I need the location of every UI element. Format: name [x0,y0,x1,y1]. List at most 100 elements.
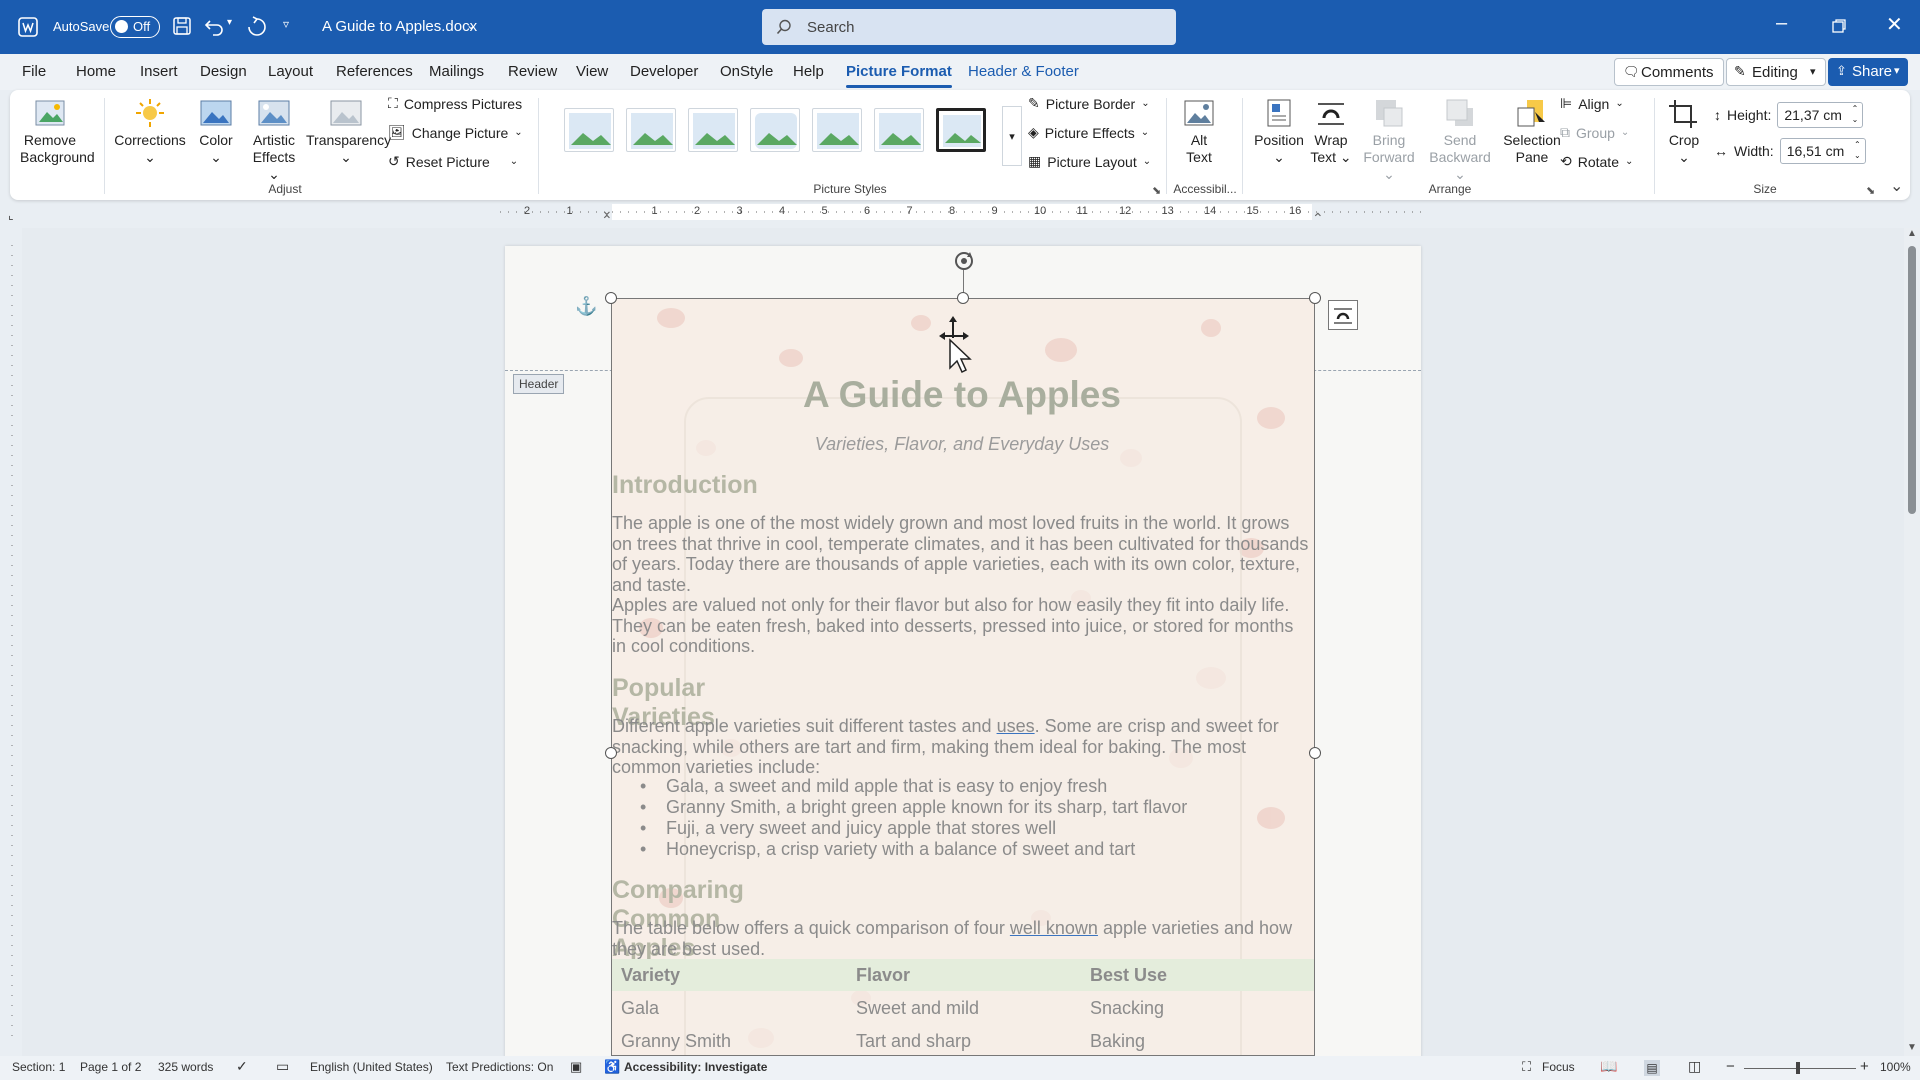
status-zoom[interactable]: 100% [1880,1060,1911,1074]
tab-view[interactable]: View [576,63,608,80]
tab-design[interactable]: Design [200,63,247,80]
status-focus[interactable]: Focus [1542,1060,1575,1074]
rotate-button[interactable]: ⟲ Rotate ⌄ [1560,153,1633,170]
undo-icon[interactable] [204,16,226,36]
align-button[interactable]: ⊫ Align ⌄ [1560,95,1624,112]
anchor-icon[interactable]: ⚓ [575,296,597,317]
picture-layout-button[interactable]: ▦ Picture Layout ⌄ [1028,153,1151,170]
layout-options-button[interactable] [1328,300,1358,330]
tab-insert[interactable]: Insert [140,63,178,80]
resize-handle-top-right[interactable] [1309,292,1321,304]
collapse-ribbon-icon[interactable]: ⌄ [1890,176,1903,196]
scroll-down-icon[interactable]: ▼ [1907,1042,1917,1053]
tab-home[interactable]: Home [76,63,116,80]
scrollbar-thumb[interactable] [1908,246,1916,514]
picture-border-button[interactable]: ✎ Picture Border ⌄ [1028,95,1150,112]
group-button[interactable]: ⧉ Group ⌄ [1560,124,1629,141]
accessibility-icon[interactable]: ♿ [604,1059,620,1075]
picture-effects-button[interactable]: ◈ Picture Effects ⌄ [1028,124,1149,141]
resize-handle-top-left[interactable] [605,292,617,304]
picture-style-7[interactable] [936,108,986,152]
horizontal-ruler[interactable]: ⌄ ⌃ ⌃ 2 1 1 2 3 4 5 6 7 8 9 10 11 12 13 14 15 16 [500,202,1424,228]
header-tag[interactable]: Header [513,374,565,394]
width-input[interactable]: 16,51 cm ⌃ ⌄ [1779,138,1866,164]
alt-text-button[interactable]: Alt Text [1176,98,1222,166]
tab-references[interactable]: References [336,63,413,80]
color-button[interactable]: Color ⌄ [194,98,238,166]
status-page[interactable]: Page 1 of 2 [80,1060,141,1074]
tab-developer[interactable]: Developer [630,63,698,80]
tab-layout[interactable]: Layout [268,63,313,80]
zoom-slider-track[interactable] [1744,1068,1856,1069]
resize-handle-left[interactable] [605,747,617,759]
height-input[interactable]: 21,37 cm ⌃ ⌄ [1777,102,1864,128]
status-word-count[interactable]: 325 words [158,1060,213,1074]
proofing-icon[interactable]: ✓ [236,1058,248,1075]
read-mode-icon[interactable]: 📖 [1600,1058,1617,1075]
zoom-in-icon[interactable]: + [1860,1058,1869,1075]
web-layout-icon[interactable]: ◫ [1688,1058,1701,1075]
remove-background-button[interactable]: Remove Background [20,98,95,166]
artistic-effects-button[interactable]: Artistic Effects ⌄ [246,98,302,183]
print-layout-icon[interactable]: ▤ [1644,1060,1660,1076]
picture-style-4[interactable] [750,108,800,152]
picture-style-2[interactable] [626,108,676,152]
autosave-toggle[interactable]: Off [110,16,160,38]
search-box[interactable]: Search [762,9,1176,45]
close-icon[interactable]: ✕ [1886,12,1903,37]
change-picture-button[interactable]: 🖼 Change Picture ⌄ [388,124,523,141]
transparency-button[interactable]: Transparency ⌄ [306,98,391,166]
tab-help[interactable]: Help [793,63,824,80]
width-spinner-icon[interactable]: ⌃ ⌄ [1854,139,1861,161]
wrap-text-button[interactable]: Wrap Text ⌄ [1308,98,1354,166]
position-button[interactable]: Position ⌄ [1250,98,1308,166]
rotate-handle-icon[interactable] [951,248,977,274]
comments-button[interactable]: 🗨 Comments [1614,58,1724,86]
restore-icon[interactable] [1832,19,1846,33]
tab-stop-selector-icon[interactable]: ⌞ [8,208,14,222]
styles-gallery-more-icon[interactable]: ▾ [1002,106,1022,166]
share-button[interactable]: ⇪ Share ▾ [1828,58,1908,86]
status-section[interactable]: Section: 1 [12,1060,65,1074]
customize-qat-icon[interactable]: ▿ [283,17,289,31]
editing-mode-button[interactable]: ✎ Editing ▾ [1726,58,1826,86]
title-chevron-down-icon[interactable]: ⌄ [466,18,476,32]
picture-style-3[interactable] [688,108,738,152]
send-backward-button[interactable]: Send Backward ⌄ [1424,98,1496,183]
redo-icon[interactable] [246,16,268,36]
size-launcher-icon[interactable]: ⬊ [1866,184,1875,197]
resize-handle-top[interactable] [957,292,969,304]
selection-pane-button[interactable]: Selection Pane [1500,98,1564,166]
compress-pictures-button[interactable]: ⛶ Compress Pictures [388,95,522,112]
crop-button[interactable]: Crop ⌄ [1662,98,1706,166]
save-icon[interactable] [172,16,192,36]
tab-file[interactable]: File [22,63,46,80]
tab-header-footer[interactable]: Header & Footer [968,63,1079,80]
status-accessibility[interactable]: Accessibility: Investigate [624,1060,767,1074]
vertical-scrollbar[interactable]: ▲ ▼ [1904,228,1920,1056]
tab-onstyle[interactable]: OnStyle [720,63,773,80]
picture-styles-launcher-icon[interactable]: ⬊ [1152,184,1161,197]
resize-handle-right[interactable] [1309,747,1321,759]
scroll-up-icon[interactable]: ▲ [1907,228,1917,239]
reset-picture-button[interactable]: ↺ Reset Picture ⌄ [388,153,518,170]
document-title[interactable]: A Guide to Apples.docx [322,18,477,35]
zoom-out-icon[interactable]: − [1726,1058,1735,1075]
zoom-slider-thumb[interactable] [1796,1062,1800,1074]
focus-icon[interactable]: ⛶ [1522,1059,1531,1075]
tab-mailings[interactable]: Mailings [429,63,484,80]
macro-icon[interactable]: ▣ [570,1059,582,1075]
height-spinner-icon[interactable]: ⌃ ⌄ [1852,103,1859,125]
picture-style-6[interactable] [874,108,924,152]
picture-style-5[interactable] [812,108,862,152]
status-text-predictions[interactable]: Text Predictions: On [446,1060,553,1074]
status-language[interactable]: English (United States) [310,1060,433,1074]
undo-dropdown-chevron-icon[interactable]: ▾ [227,17,232,28]
tab-review[interactable]: Review [508,63,557,80]
picture-style-1[interactable] [564,108,614,152]
minimize-icon[interactable]: – [1776,12,1787,35]
bring-forward-button[interactable]: Bring Forward ⌄ [1358,98,1420,183]
track-changes-icon[interactable]: ▭ [276,1058,289,1075]
corrections-button[interactable]: Corrections ⌄ [114,98,186,166]
tab-picture-format[interactable]: Picture Format [846,63,952,88]
